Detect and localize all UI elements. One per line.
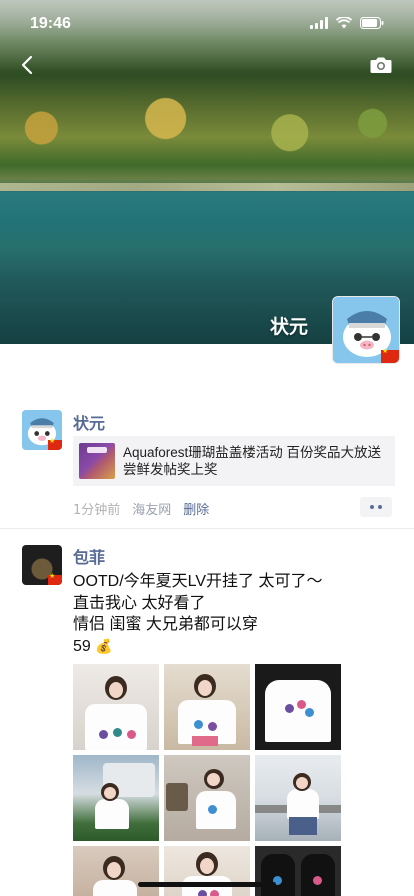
chevron-left-icon (20, 55, 34, 79)
post-photo[interactable] (255, 664, 341, 750)
china-flag-icon (381, 347, 399, 363)
status-bar: 19:46 (0, 0, 414, 48)
post-text-line: 情侣 闺蜜 大兄弟都可以穿 (73, 616, 258, 633)
camera-icon (370, 56, 392, 78)
shared-link-thumbnail (79, 443, 115, 479)
post-source[interactable]: 海友网 (132, 499, 171, 518)
moment-post: 状元 Aquaforest珊瑚盐盖楼活动 百份奖品大放送尝鲜发帖奖上奖 1分钟前… (0, 400, 414, 528)
shared-link-card[interactable]: Aquaforest珊瑚盐盖楼活动 百份奖品大放送尝鲜发帖奖上奖 (73, 436, 395, 486)
post-photo[interactable] (255, 755, 341, 841)
dot-icon (378, 505, 382, 509)
shoreline (0, 183, 414, 191)
dot-icon (370, 505, 374, 509)
author-name[interactable]: 包菲 (73, 544, 105, 568)
autumn-trees (0, 90, 414, 185)
moment-post: 包菲 OOTD/今年夏天LV开挂了 太可了～ 直击我心 太好看了 情侣 闺蜜 大… (0, 540, 414, 896)
profile-avatar[interactable] (332, 296, 400, 364)
post-photo[interactable] (73, 664, 159, 750)
back-button[interactable] (14, 54, 40, 80)
camera-button[interactable] (368, 54, 394, 80)
shared-link-title: Aquaforest珊瑚盐盖楼活动 百份奖品大放送尝鲜发帖奖上奖 (123, 445, 382, 477)
post-price: 59 (73, 637, 91, 655)
divider (0, 528, 414, 529)
post-photo[interactable] (73, 755, 159, 841)
profile-name[interactable]: 状元 (270, 312, 308, 339)
china-flag-icon (48, 437, 62, 450)
post-photo[interactable] (255, 846, 341, 896)
wifi-icon (336, 17, 352, 29)
post-photo[interactable] (73, 846, 159, 896)
post-time: 1分钟前 (73, 503, 121, 518)
post-photo[interactable] (164, 755, 250, 841)
delete-button[interactable]: 删除 (183, 499, 209, 518)
money-bag-icon: 💰 (95, 637, 113, 654)
cover-image[interactable] (0, 0, 414, 344)
china-flag-icon (48, 572, 62, 585)
home-indicator[interactable] (138, 882, 276, 887)
post-photo[interactable] (164, 664, 250, 750)
status-icons (310, 17, 384, 29)
author-name[interactable]: 状元 (73, 410, 105, 434)
author-avatar[interactable] (22, 410, 62, 450)
post-text-line: 直击我心 太好看了 (73, 594, 206, 612)
author-avatar[interactable] (22, 545, 62, 585)
signal-icon (310, 17, 328, 29)
status-time: 19:46 (30, 15, 71, 32)
post-text: OOTD/今年夏天LV开挂了 太可了～ 直击我心 太好看了 情侣 闺蜜 大兄弟都… (73, 571, 323, 657)
post-meta: 1分钟前 海友网 删除 (73, 499, 209, 518)
post-text-line: OOTD/今年夏天LV开挂了 太可了～ (73, 573, 323, 590)
more-actions-button[interactable] (360, 497, 392, 517)
battery-icon (360, 17, 384, 29)
post-photo[interactable] (164, 846, 250, 896)
